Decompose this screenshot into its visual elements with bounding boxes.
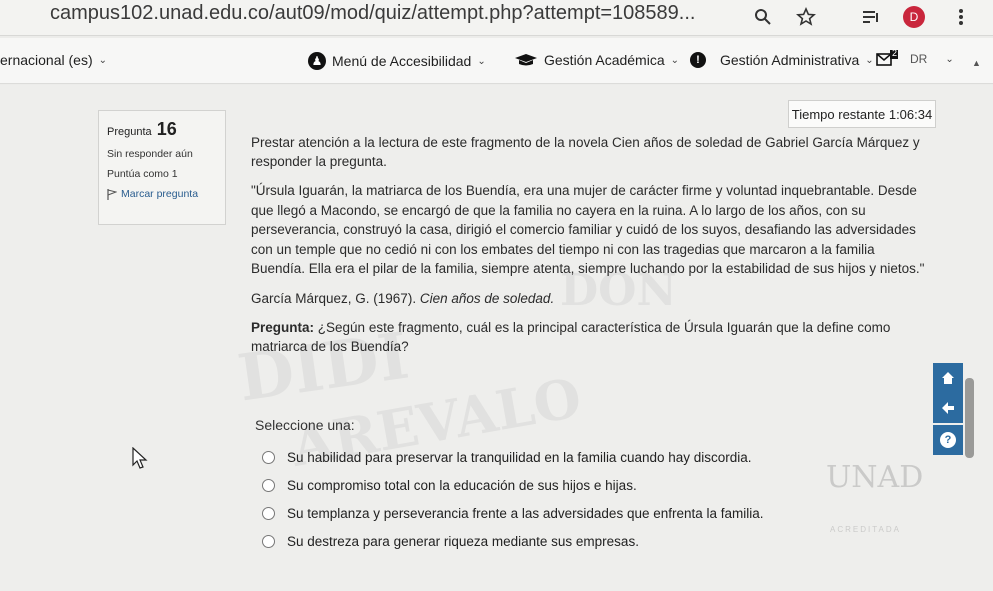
question-prompt: Pregunta: ¿Según este fragmento, cuál es… (251, 318, 931, 356)
kebab-menu-icon[interactable] (950, 6, 972, 28)
chevron-down-icon: ⌄ (945, 53, 954, 65)
academic-menu[interactable]: Gestión Académica ⌄ (514, 52, 679, 68)
academic-label: Gestión Académica (544, 52, 665, 68)
answer-option-label: Su compromiso total con la educación de … (287, 477, 637, 493)
question-prompt-text: ¿Según este fragmento, cuál es la princi… (251, 319, 891, 354)
question-text: Prestar atención a la lectura de este fr… (251, 133, 931, 366)
help-icon[interactable]: ? (933, 425, 963, 455)
timer-label: Tiempo restante (791, 106, 886, 122)
chevron-down-icon: ⌄ (670, 54, 680, 66)
answer-option-label: Su destreza para generar riqueza mediant… (287, 533, 639, 549)
collapse-up-icon[interactable]: ▲ (972, 58, 981, 68)
radio-button[interactable] (262, 478, 275, 492)
admin-menu[interactable]: ! Gestión Administrativa ⌄ (690, 52, 874, 68)
chevron-down-icon: ⌄ (98, 54, 107, 66)
reference-author: García Márquez, G. (1967). (251, 290, 417, 306)
quiz-content: DIDI DON AREVALO Tiempo restante 1:06:34… (0, 85, 993, 591)
unad-logo-watermark: UNAD (826, 460, 924, 495)
browser-toolbar: campus102.unad.edu.co/aut09/mod/quiz/att… (0, 0, 993, 36)
chevron-down-icon: ⌄ (477, 55, 486, 67)
reading-list-icon[interactable] (860, 6, 882, 28)
messages-button[interactable]: 2 (876, 48, 898, 68)
flag-icon (107, 188, 117, 200)
site-navbar: ernacional (es) ⌄ ♟ Menú de Accesibilida… (0, 38, 993, 84)
graduation-cap-icon (515, 54, 537, 66)
user-menu[interactable]: DR ⌄ (910, 52, 954, 66)
accessibility-icon: ♟ (308, 52, 326, 70)
mouse-cursor-icon (132, 446, 148, 474)
answer-option-a[interactable]: Su habilidad para preservar la tranquili… (262, 443, 764, 471)
radio-button[interactable] (262, 534, 275, 548)
user-initials: DR (910, 52, 928, 66)
bookmark-star-icon[interactable] (795, 6, 817, 28)
scrollbar-thumb[interactable] (965, 378, 974, 458)
flag-question-link[interactable]: Marcar pregunta (107, 188, 217, 200)
language-label: ernacional (es) (0, 52, 93, 68)
question-number-value: 16 (156, 119, 177, 139)
reference-title: Cien años de soledad. (419, 290, 555, 306)
back-arrow-icon[interactable] (933, 393, 963, 423)
language-menu[interactable]: ernacional (es) ⌄ (0, 52, 107, 68)
answer-option-label: Su templanza y perseverancia frente a la… (287, 505, 764, 521)
radio-button[interactable] (262, 506, 275, 520)
answer-option-c[interactable]: Su templanza y perseverancia frente a la… (262, 499, 764, 527)
accreditation-watermark: ACREDITADA (830, 525, 901, 534)
address-bar-url[interactable]: campus102.unad.edu.co/aut09/mod/quiz/att… (50, 2, 695, 25)
question-number-label: Pregunta (107, 126, 152, 138)
home-icon[interactable] (933, 363, 963, 393)
answer-option-d[interactable]: Su destreza para generar riqueza mediant… (262, 527, 764, 555)
novel-excerpt: "Úrsula Iguarán, la matriarca de los Bue… (251, 183, 925, 276)
time-remaining: Tiempo restante 1:06:34 (788, 100, 936, 128)
question-status: Sin responder aún (107, 148, 193, 160)
answer-option-label: Su habilidad para preservar la tranquili… (287, 449, 752, 465)
chevron-down-icon: ⌄ (865, 54, 874, 66)
radio-button[interactable] (262, 450, 275, 464)
answer-option-b[interactable]: Su compromiso total con la educación de … (262, 471, 764, 499)
reference: García Márquez, G. (1967). Cien años de … (251, 289, 931, 308)
question-info-box: Pregunta 16 Sin responder aún Puntúa com… (98, 110, 226, 225)
zoom-icon[interactable] (752, 6, 774, 28)
accessibility-menu[interactable]: ♟ Menú de Accesibilidad ⌄ (308, 52, 486, 70)
admin-label: Gestión Administrativa (720, 52, 860, 68)
answer-options: Su habilidad para preservar la tranquili… (262, 443, 764, 555)
timer-value: 1:06:34 (888, 106, 933, 122)
question-points: Puntúa como 1 (107, 168, 178, 180)
alert-icon: ! (690, 52, 706, 68)
question-intro: Prestar atención a la lectura de este fr… (251, 135, 920, 169)
accessibility-label: Menú de Accesibilidad (332, 53, 472, 69)
select-one-label: Seleccione una: (255, 417, 355, 433)
profile-avatar[interactable]: D (903, 6, 925, 28)
flag-question-label: Marcar pregunta (121, 188, 199, 200)
question-prompt-label: Pregunta: (251, 319, 315, 335)
question-number: Pregunta 16 (107, 119, 217, 140)
message-badge: 2 (892, 48, 898, 58)
